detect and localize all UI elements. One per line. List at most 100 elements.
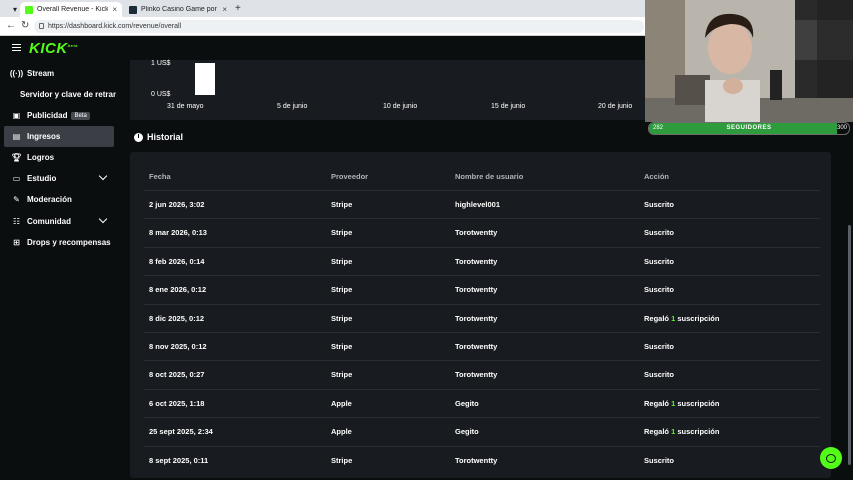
accion-verb: Regaló — [644, 398, 670, 408]
historial-table: Fecha Proveedor Nombre de usuario Acción… — [130, 152, 831, 478]
sidebar-item-label: Publicidad — [27, 111, 68, 120]
sidebar-item-label: Drops y recompensas — [27, 238, 111, 247]
cell-proveedor: Stripe — [331, 342, 353, 351]
historial-title: Historial — [147, 132, 184, 142]
followers-goal: 300 — [836, 125, 847, 131]
revenue-icon: ▤ — [12, 132, 21, 141]
x-tick-label: 10 de junio — [383, 103, 418, 110]
sidebar-item-drops[interactable]: ⊞ Drops y recompensas — [4, 232, 114, 253]
sidebar-item-moderacion[interactable]: ✎ Moderación — [4, 189, 114, 210]
cell-fecha: 8 sept 2025, 0:11 — [149, 455, 209, 465]
followers-label: SEGUIDORES — [726, 125, 772, 131]
stake-favicon-icon — [129, 5, 137, 14]
new-tab-icon[interactable]: + — [235, 3, 241, 14]
url-text: https://dashboard.kick.com/revenue/overa… — [48, 23, 182, 30]
accion-verb: Regaló — [644, 427, 670, 437]
accion-object: suscripción — [677, 313, 720, 323]
lock-icon — [39, 23, 44, 29]
trophy-icon: 🏆︎ — [11, 153, 22, 162]
cell-usuario: Torotwentty — [455, 455, 498, 465]
table-row: 8 nov 2025, 0:12 Stripe Torotwentty Suscrit… — [144, 332, 820, 360]
x-tick-label: 31 de mayo — [167, 103, 204, 110]
sidebar-item-label: Moderación — [27, 195, 72, 204]
scrollbar-thumb[interactable] — [848, 225, 851, 465]
tab-title: Overall Revenue - Kick Dashboard — [37, 6, 109, 13]
cell-usuario: Torotwentty — [455, 370, 498, 380]
cell-fecha: 8 nov 2025, 0:12 — [149, 342, 207, 351]
close-icon[interactable]: × — [222, 5, 227, 14]
cell-fecha: 8 mar 2026, 0:13 — [149, 228, 207, 238]
cell-usuario: Torotwentty — [455, 228, 498, 238]
column-header-fecha[interactable]: Fecha — [149, 172, 171, 181]
support-chat-button[interactable] — [820, 447, 842, 469]
cell-proveedor: Stripe — [331, 370, 353, 380]
tab-title: Plinko Casino Game por Originals — [141, 6, 218, 13]
x-tick-label: 15 de junio — [491, 103, 526, 110]
cell-usuario: Torotwentty — [455, 285, 498, 295]
column-header-usuario[interactable]: Nombre de usuario — [455, 172, 523, 181]
sidebar-item-ingresos[interactable]: ▤ Ingresos — [4, 126, 114, 147]
cell-accion: Suscrito — [644, 455, 675, 465]
table-row: 25 sept 2025, 2:34 Apple Gegito Regaló 1 su… — [144, 417, 820, 445]
reload-icon[interactable]: ↻ — [21, 20, 29, 31]
table-row: 8 feb 2026, 0:14 Stripe Torotwentty Suscrit… — [144, 246, 820, 275]
cell-usuario: highlevel001 — [455, 200, 501, 209]
kick-header: KICKbeta — [2, 36, 645, 60]
cell-usuario: Torotwentty — [455, 313, 498, 323]
cell-accion: Suscrito — [644, 370, 675, 380]
cell-fecha: 8 dic 2025, 0:12 — [149, 313, 205, 323]
cell-proveedor: Stripe — [331, 285, 353, 295]
table-row: 8 sept 2025, 0:11 Stripe Torotwentty Suscri… — [144, 445, 820, 474]
cell-accion: Regaló 1 suscripción — [644, 399, 719, 408]
chat-bubble-icon — [826, 453, 836, 463]
sidebar-item-server-key[interactable]: Servidor y clave de retransn — [20, 90, 127, 99]
tab-plinko[interactable]: Plinko Casino Game por Originals × — [124, 2, 232, 17]
menu-icon[interactable] — [12, 44, 21, 51]
revenue-chart: 1 US$ 0 US$ 31 de mayo 5 de junio 10 de … — [130, 60, 645, 120]
tab-overall-revenue[interactable]: Overall Revenue - Kick Dashboard × — [20, 2, 122, 17]
cell-fecha: 8 ene 2026, 0:12 — [149, 285, 207, 295]
sidebar-item-label: Ingresos — [27, 132, 61, 141]
chevron-down-icon[interactable] — [98, 171, 108, 181]
table-row: 8 oct 2025, 0:27 Stripe Torotwentty Suscrit… — [144, 360, 820, 388]
x-tick-label: 20 de junio — [598, 103, 633, 110]
sidebar-item-label: Logros — [27, 153, 55, 162]
sidebar-item-logros[interactable]: 🏆︎ Logros — [4, 147, 114, 168]
cell-fecha: 2 jun 2026, 3:02 — [149, 200, 205, 209]
cell-usuario: Gegito — [455, 398, 479, 408]
cell-accion: Regaló 1 suscripción — [644, 427, 719, 436]
sidebar-item-comunidad[interactable]: ☷ Comunidad — [4, 211, 114, 232]
url-input[interactable]: https://dashboard.kick.com/revenue/overa… — [34, 20, 644, 33]
cell-usuario: Gegito — [455, 427, 479, 437]
tab-group-icon[interactable]: ▾ — [8, 2, 20, 17]
cell-proveedor: Apple — [331, 398, 352, 408]
webcam-image — [645, 0, 853, 122]
close-icon[interactable]: × — [112, 5, 117, 14]
cell-proveedor: Stripe — [331, 256, 353, 266]
cell-usuario: Torotwentty — [455, 342, 498, 351]
sidebar-item-estudio[interactable]: ▭ Estudio — [4, 168, 114, 189]
sidebar-item-label: Stream — [27, 69, 55, 78]
back-arrow-icon[interactable]: ← — [6, 20, 16, 31]
cell-accion: Suscrito — [644, 228, 675, 238]
cell-accion: Suscrito — [644, 200, 675, 209]
followers-goal-bar: 282 SEGUIDORES 300 — [648, 122, 850, 135]
broadcast-icon: ((·)) — [9, 69, 24, 78]
table-row: 8 ene 2026, 0:12 Stripe Torotwentty Suscrit… — [144, 275, 820, 303]
gift-count: 1 — [671, 398, 676, 408]
beta-badge: Beta — [71, 111, 90, 120]
cell-fecha: 6 oct 2025, 1:18 — [149, 398, 205, 408]
sidebar-item-publicidad[interactable]: ▣ Publicidad Beta — [4, 105, 114, 126]
webcam-overlay — [645, 0, 853, 122]
table-row: 6 oct 2025, 1:18 Apple Gegito Regaló 1 susc… — [144, 388, 820, 417]
cell-proveedor: Apple — [331, 427, 352, 437]
column-header-proveedor[interactable]: Proveedor — [331, 172, 368, 181]
column-header-accion[interactable]: Acción — [644, 172, 669, 181]
gift-count: 1 — [671, 427, 676, 437]
chevron-down-icon[interactable] — [98, 214, 108, 224]
kick-logo[interactable]: KICKbeta — [29, 40, 78, 57]
cell-proveedor: Stripe — [331, 228, 353, 238]
sidebar-item-stream[interactable]: ((·)) Stream — [4, 63, 114, 84]
chart-bar[interactable] — [195, 63, 215, 95]
accion-object: suscripción — [677, 427, 720, 437]
